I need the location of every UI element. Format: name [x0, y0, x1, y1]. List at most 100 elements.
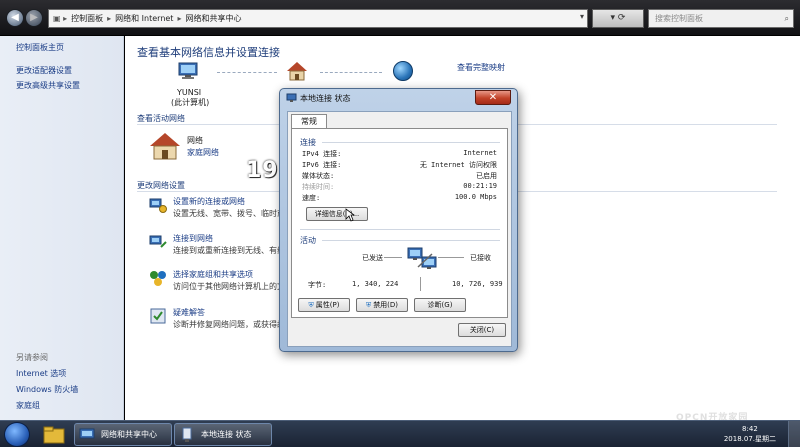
active-networks-title: 查看活动网络 — [137, 114, 185, 123]
link-change-advanced-sharing[interactable]: 更改高级共享设置 — [16, 80, 80, 91]
dialog-title: 本地连接 状态 — [300, 94, 351, 103]
internet-globe-icon — [393, 61, 413, 81]
connect-network-icon — [149, 235, 167, 248]
computer-name: YUNSI — [177, 88, 202, 97]
link-network-type[interactable]: 家庭网络 — [187, 147, 219, 158]
search-input[interactable]: 搜索控制面板 ⌕ — [648, 9, 794, 28]
link-change-adapter-settings[interactable]: 更改适配器设置 — [16, 65, 72, 76]
clock-time: 8:42 — [742, 425, 758, 433]
connection-line — [217, 72, 277, 73]
link-internet-options[interactable]: Internet 选项 — [16, 368, 66, 379]
dialog-body: 常规 连接 IPv4 连接: Internet IPv6 连接: 无 Inter… — [287, 111, 512, 347]
show-desktop-button[interactable] — [788, 421, 800, 447]
breadcrumb-separator: ▸ — [177, 14, 182, 23]
taskbar-item-connection-status[interactable]: 本地连接 状态 — [174, 423, 272, 446]
row-label: IPv4 连接: — [302, 150, 342, 158]
breadcrumb-network-internet[interactable]: 网络和 Internet — [115, 13, 173, 24]
link-homegroup-sharing[interactable]: 选择家庭组和共享选项 — [173, 269, 253, 280]
properties-label: 属性(P) — [315, 301, 340, 309]
page-title: 查看基本网络信息并设置连接 — [137, 46, 280, 59]
row-duration: 持续时间: 00:21:19 — [302, 182, 497, 192]
forward-button[interactable]: ▶ — [25, 9, 43, 27]
bytes-label: 字节: — [308, 281, 327, 289]
properties-button[interactable]: ⛨ 属性(P) — [298, 298, 350, 312]
divider — [322, 240, 500, 241]
taskbar-item-label: 网络和共享中心 — [101, 430, 157, 439]
row-value: 已启用 — [476, 172, 497, 180]
sent-label: 已发送 — [362, 254, 383, 262]
search-icon[interactable]: ⌕ — [785, 10, 789, 27]
explorer-icon[interactable] — [42, 424, 66, 445]
network-center-icon — [79, 428, 95, 439]
row-ipv4: IPv4 连接: Internet — [302, 149, 497, 159]
row-value: 无 Internet 访问权限 — [419, 161, 497, 169]
link-windows-firewall[interactable]: Windows 防火墙 — [16, 384, 78, 395]
row-label: IPv6 连接: — [302, 161, 342, 169]
row-label: 媒体状态: — [302, 172, 335, 180]
group-connection-title: 连接 — [300, 138, 316, 147]
disable-label: 禁用(D) — [373, 301, 399, 309]
connection-line — [320, 72, 382, 73]
system-clock[interactable]: 8:42 2018.07.星期二 — [724, 424, 776, 444]
home-network-icon — [287, 62, 307, 81]
link-homegroup[interactable]: 家庭组 — [16, 400, 40, 411]
bytes-received: 10, 726, 939 — [452, 280, 503, 288]
see-also-title: 另请参阅 — [16, 353, 48, 362]
link-setup-new-connection[interactable]: 设置新的连接或网络 — [173, 196, 245, 207]
start-button[interactable] — [4, 422, 30, 447]
connection-status-dialog: 本地连接 状态 ✕ 常规 连接 IPv4 连接: Internet IPv6 连… — [279, 88, 518, 352]
row-label: 持续时间: — [302, 183, 335, 191]
breadcrumb-network-center[interactable]: 网络和共享中心 — [185, 13, 241, 24]
taskbar: 网络和共享中心 本地连接 状态 8:42 2018.07.星期二 — [0, 420, 800, 447]
divider — [420, 277, 421, 291]
computer-sub: (此计算机) — [171, 98, 210, 107]
row-speed: 速度: 100.0 Mbps — [302, 193, 497, 203]
taskbar-item-label: 本地连接 状态 — [201, 430, 252, 439]
divider — [438, 257, 464, 258]
details-button[interactable]: 详细信息(E)... — [306, 207, 368, 221]
link-troubleshoot[interactable]: 疑难解答 — [173, 307, 205, 318]
home-network-icon — [150, 133, 180, 160]
link-connect-to-network[interactable]: 连接到网络 — [173, 233, 213, 244]
back-button[interactable]: ◀ — [6, 9, 24, 27]
network-adapter-icon — [182, 427, 192, 442]
row-label: 速度: — [302, 194, 321, 202]
divider — [384, 257, 402, 258]
chevron-down-icon[interactable]: ▾ — [580, 12, 584, 21]
received-label: 已接收 — [470, 254, 491, 262]
search-placeholder: 搜索控制面板 — [655, 14, 703, 23]
diagnose-button[interactable]: 诊断(G) — [414, 298, 466, 312]
shield-icon: ⛨ — [365, 301, 372, 309]
row-value: 00:21:19 — [463, 182, 497, 190]
address-bar-region: ◀ ▶ ▣ ▸ 控制面板 ▸ 网络和 Internet ▸ 网络和共享中心 ▾ … — [0, 0, 800, 36]
breadcrumb-separator: ▸ — [107, 14, 112, 23]
taskbar-item-network-center[interactable]: 网络和共享中心 — [74, 423, 172, 446]
homegroup-icon — [150, 271, 166, 286]
network-name: 网络 — [187, 136, 203, 145]
tab-panel: 连接 IPv4 连接: Internet IPv6 连接: 无 Internet… — [291, 128, 508, 318]
row-value: 100.0 Mbps — [454, 193, 497, 201]
network-adapter-icon — [286, 93, 297, 102]
row-value: Internet — [463, 149, 497, 157]
shield-icon: ⛨ — [308, 301, 314, 309]
computer-icon — [178, 62, 198, 79]
row-ipv6: IPv6 连接: 无 Internet 访问权限 — [302, 160, 497, 170]
disable-button[interactable]: ⛨ 禁用(D) — [356, 298, 408, 312]
change-settings-title: 更改网络设置 — [137, 181, 185, 190]
new-connection-icon — [149, 198, 167, 213]
mouse-cursor-icon — [345, 208, 355, 222]
link-show-full-map[interactable]: 查看完整映射 — [457, 62, 505, 73]
activity-monitors-icon — [407, 247, 437, 269]
refresh-button[interactable]: ▾ ⟳ — [592, 9, 644, 28]
close-icon[interactable]: ✕ — [475, 90, 511, 105]
troubleshoot-icon — [150, 308, 166, 324]
link-control-panel-home[interactable]: 控制面板主页 — [16, 42, 64, 53]
clock-date: 2018.07.星期二 — [723, 435, 776, 443]
divider — [300, 229, 500, 230]
location-icon: ▣ ▸ — [53, 14, 68, 23]
close-button[interactable]: 关闭(C) — [458, 323, 506, 337]
left-pane: 控制面板主页 更改适配器设置 更改高级共享设置 另请参阅 Internet 选项… — [0, 36, 124, 420]
breadcrumb-control-panel[interactable]: 控制面板 — [71, 13, 103, 24]
tab-general[interactable]: 常规 — [291, 114, 327, 129]
address-field[interactable]: ▣ ▸ 控制面板 ▸ 网络和 Internet ▸ 网络和共享中心 ▾ — [48, 9, 588, 28]
